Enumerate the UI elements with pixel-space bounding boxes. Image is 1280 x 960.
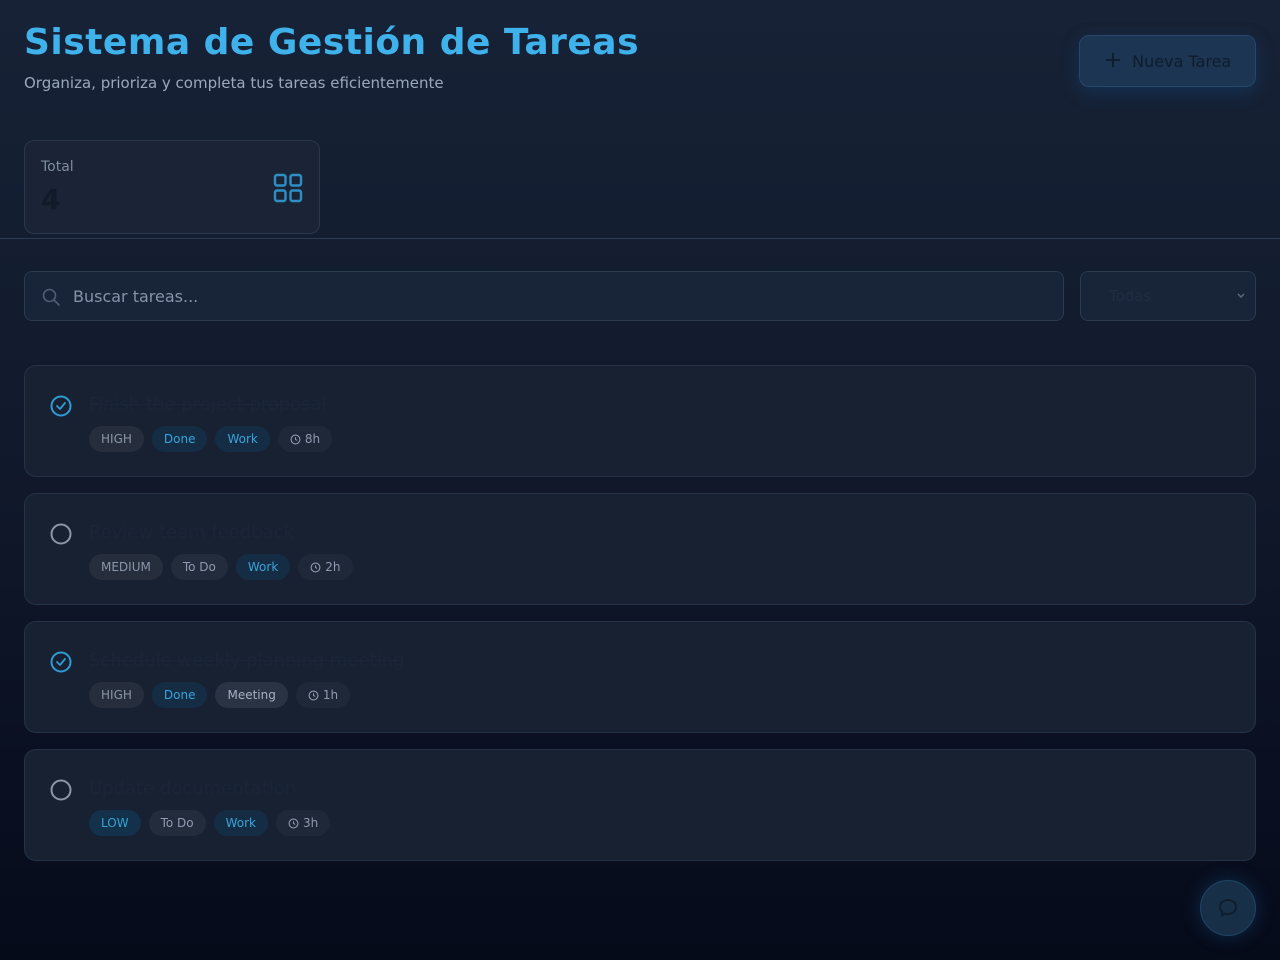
page-title: Sistema de Gestión de Tareas: [24, 22, 640, 63]
chevron-down-icon: [1237, 293, 1245, 299]
status-badge: Done: [151, 682, 208, 708]
page-subtitle: Organiza, prioriza y completa tus tareas…: [24, 74, 444, 92]
chat-icon: [1219, 899, 1237, 917]
category-badge: Work: [235, 554, 291, 580]
time-value: 8h: [304, 432, 321, 446]
task-title: Finish the project proposal: [89, 394, 327, 415]
circle-icon[interactable]: [49, 522, 73, 546]
clock-icon: [288, 818, 299, 828]
time-value: 1h: [322, 688, 339, 702]
grid-icon: [273, 173, 303, 203]
priority-badge: LOW: [89, 810, 141, 836]
category-badge: Work: [213, 810, 268, 836]
task-title: Update documentation: [89, 778, 297, 799]
stat-label: Total: [41, 159, 74, 175]
task-tags: HIGH Done Work 8h: [89, 426, 333, 452]
header: Sistema de Gestión de Tareas Organiza, p…: [0, 0, 1280, 239]
status-badge: To Do: [148, 810, 206, 836]
category-badge: Meeting: [215, 682, 288, 708]
time-value: 2h: [325, 560, 341, 574]
clock-icon: [290, 434, 301, 444]
task-card[interactable]: Schedule weekly planning meeting HIGH Do…: [24, 621, 1256, 733]
time-badge: 1h: [295, 682, 351, 708]
check-circle-icon[interactable]: [49, 650, 73, 674]
clock-icon: [310, 562, 321, 572]
circle-icon[interactable]: [49, 778, 73, 802]
time-badge: 8h: [277, 426, 333, 452]
task-title: Review team feedback: [89, 522, 295, 543]
filter-selected-value: Todas: [1109, 287, 1152, 305]
chat-button[interactable]: [1200, 880, 1256, 936]
new-task-button[interactable]: + Nueva Tarea: [1079, 35, 1256, 87]
task-card[interactable]: Update documentation LOW To Do Work 3h: [24, 749, 1256, 861]
stat-value: 4: [41, 183, 61, 216]
task-tags: HIGH Done Meeting 1h: [89, 682, 351, 708]
time-value: 3h: [303, 816, 319, 830]
check-circle-icon[interactable]: [49, 394, 73, 418]
task-tags: LOW To Do Work 3h: [89, 810, 331, 836]
category-badge: Work: [215, 426, 270, 452]
time-badge: 2h: [298, 554, 353, 580]
filter-select[interactable]: Todas: [1080, 271, 1256, 321]
search-icon: [42, 288, 60, 306]
status-badge: To Do: [170, 554, 228, 580]
priority-badge: HIGH: [89, 682, 144, 708]
search-box: [24, 271, 1064, 321]
task-tags: MEDIUM To Do Work 2h: [89, 554, 353, 580]
clock-icon: [308, 690, 319, 700]
priority-badge: MEDIUM: [89, 554, 163, 580]
task-card[interactable]: Review team feedback MEDIUM To Do Work 2…: [24, 493, 1256, 605]
status-badge: Done: [151, 426, 208, 452]
stat-card-total: Total 4: [24, 140, 320, 234]
new-task-label: Nueva Tarea: [1132, 51, 1232, 71]
task-card[interactable]: Finish the project proposal HIGH Done Wo…: [24, 365, 1256, 477]
search-input[interactable]: [73, 272, 1053, 320]
time-badge: 3h: [276, 810, 331, 836]
plus-icon: +: [1103, 48, 1123, 73]
priority-badge: HIGH: [89, 426, 144, 452]
task-title: Schedule weekly planning meeting: [89, 650, 405, 671]
